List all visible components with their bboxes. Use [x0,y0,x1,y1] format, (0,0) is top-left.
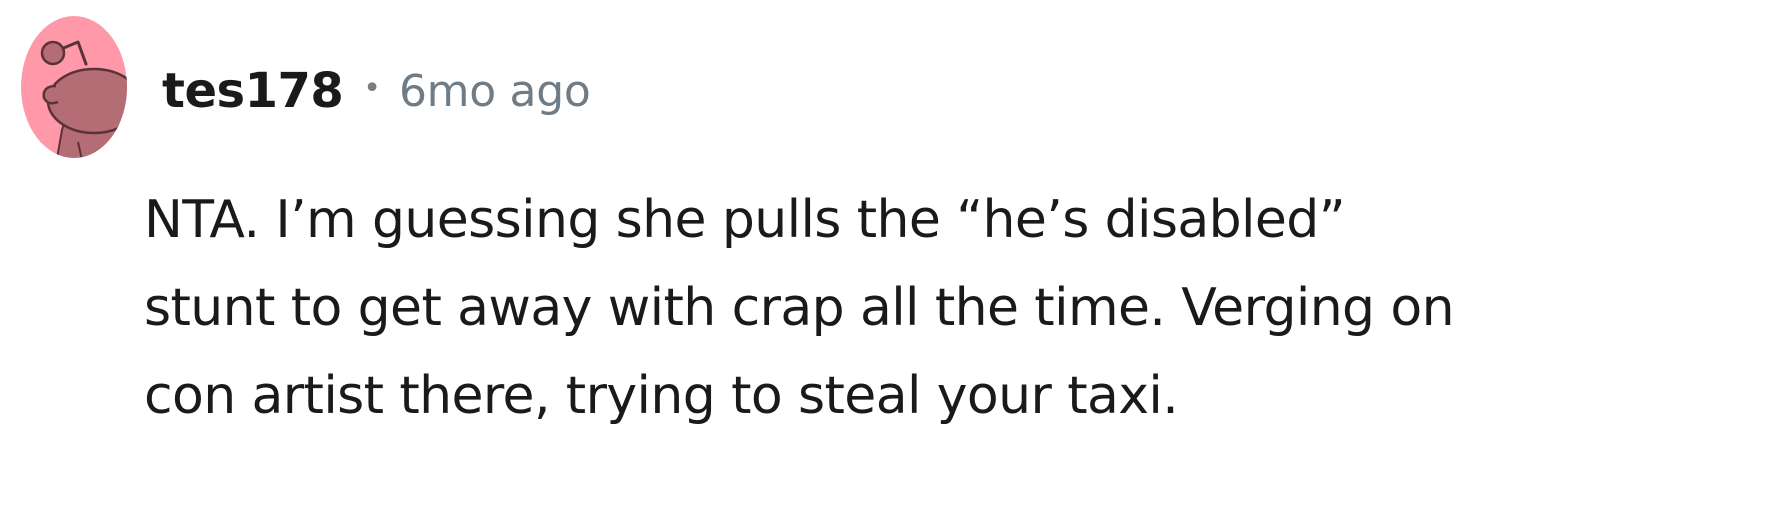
comment-body: NTA. I’m guessing she pulls the “he’s di… [144,176,1744,440]
avatar[interactable] [20,14,128,160]
username[interactable]: tes178 [162,63,344,119]
separator-dot: • [363,71,381,106]
comment-meta: tes178 • 6mo ago [162,56,591,126]
comment-body-line: NTA. I’m guessing she pulls the “he’s di… [144,190,1346,250]
reddit-snoo-avatar-icon [21,16,127,158]
comment-body-line: con artist there, trying to steal your t… [144,366,1179,426]
comment: tes178 • 6mo ago NTA. I’m guessing she p… [0,0,1768,517]
timestamp: 6mo ago [398,65,591,117]
comment-body-line: stunt to get away with crap all the time… [144,278,1455,338]
